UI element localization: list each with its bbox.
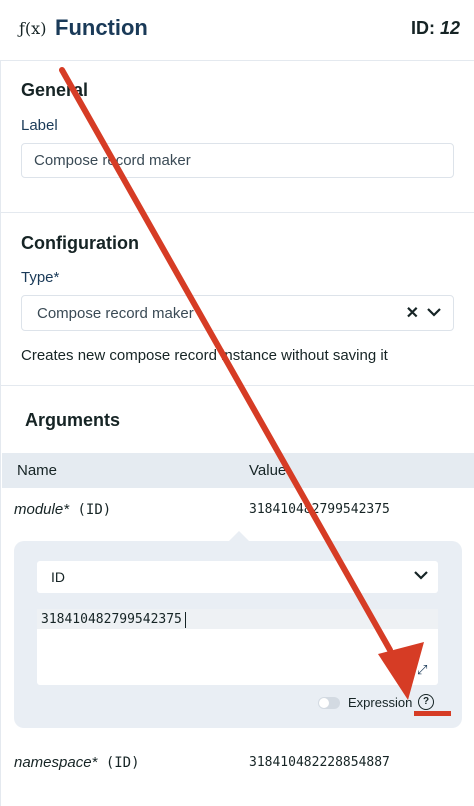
annotation-underline (414, 711, 451, 716)
annotation-arrow-head (378, 642, 424, 700)
annotation-arrow-line (59, 67, 393, 653)
annotation-overlay (59, 67, 451, 716)
